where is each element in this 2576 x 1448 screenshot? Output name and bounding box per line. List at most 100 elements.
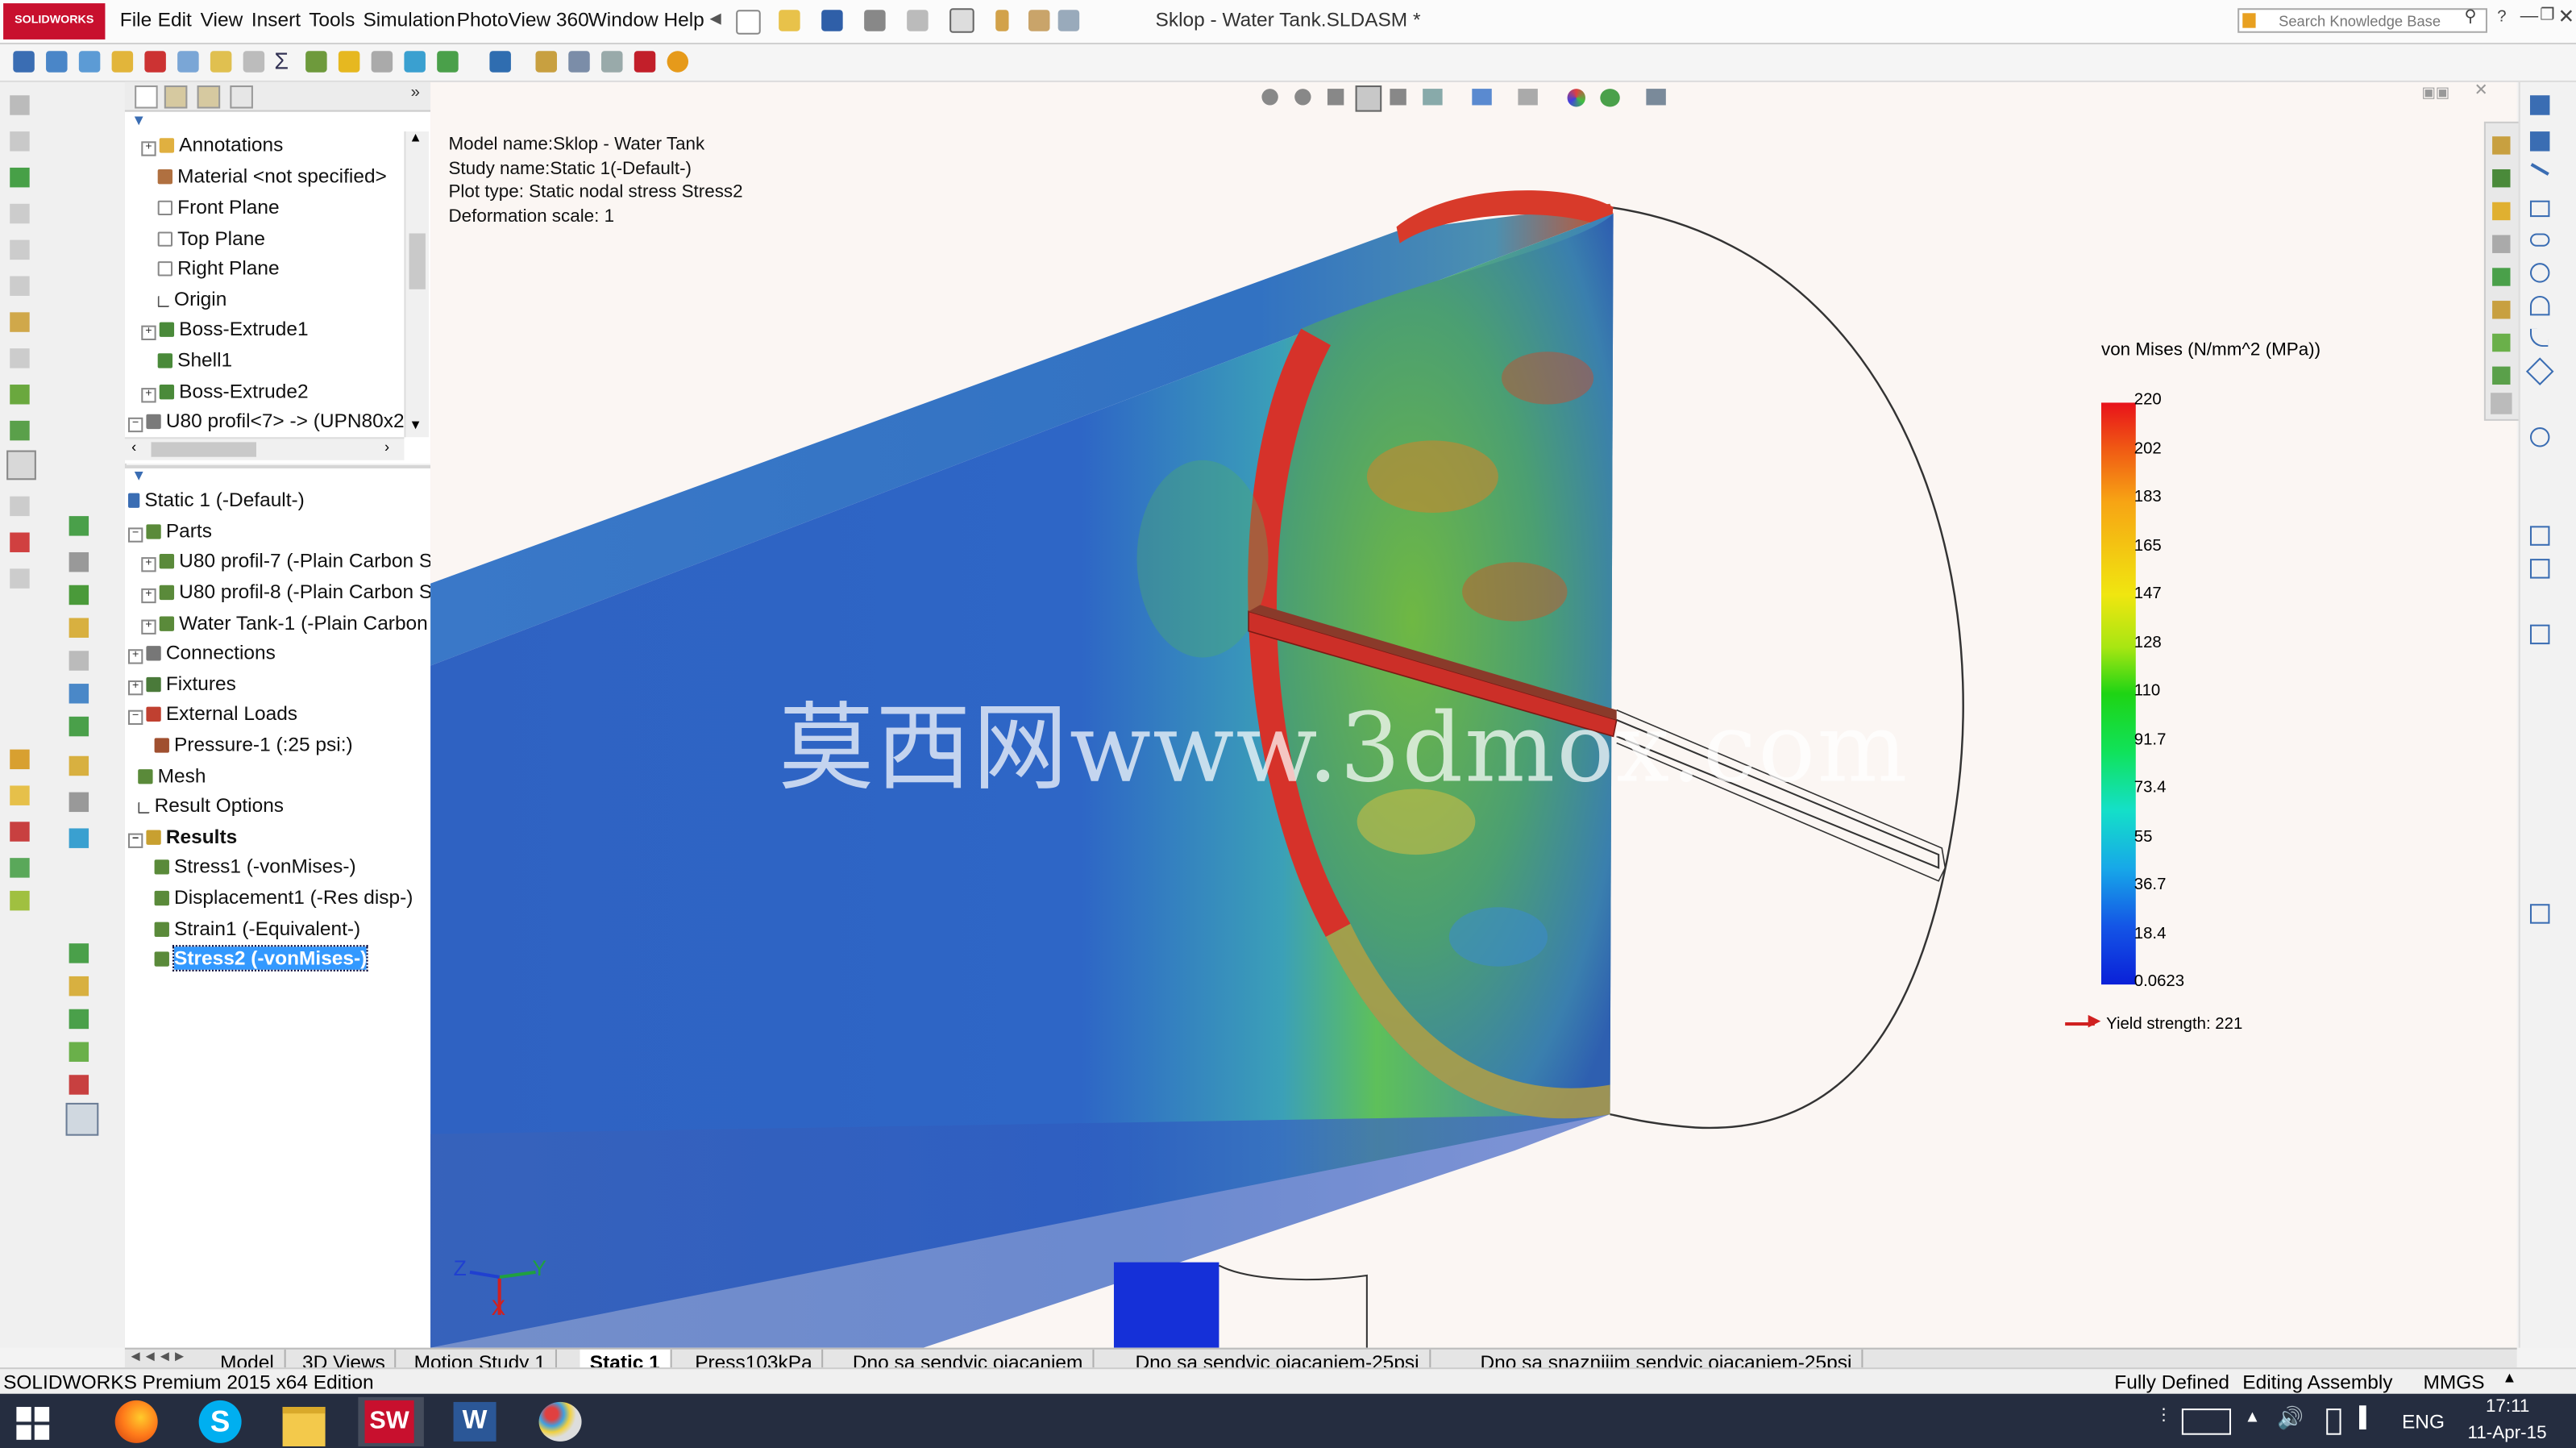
- convert-entities-icon[interactable]: [2529, 559, 2550, 579]
- sketch-icon[interactable]: [2529, 95, 2550, 115]
- rapid-sketch-icon[interactable]: [2529, 904, 2550, 924]
- assembly-feature-icon[interactable]: [10, 131, 30, 152]
- appearances-icon[interactable]: [2492, 268, 2511, 286]
- menu-insert[interactable]: Insert: [251, 8, 301, 31]
- save-icon[interactable]: [821, 10, 843, 31]
- external-loads-icon[interactable]: [111, 51, 134, 73]
- expand-icon[interactable]: +: [127, 649, 143, 664]
- vertical-scrollbar[interactable]: ▲ ▼: [404, 130, 429, 438]
- new-motion-study-icon[interactable]: [10, 420, 30, 441]
- tab-3d-views[interactable]: 3D Views: [293, 1349, 397, 1370]
- fixtures-toolbar-icon[interactable]: [78, 51, 101, 73]
- expand-icon[interactable]: +: [141, 388, 156, 403]
- study-filter-icon[interactable]: ▼: [131, 467, 146, 483]
- open-folder-icon[interactable]: [779, 10, 800, 31]
- study-root[interactable]: Static 1 (-Default-): [127, 488, 305, 511]
- volume-icon[interactable]: 🔊: [2277, 1405, 2304, 1432]
- check-icon[interactable]: [601, 51, 623, 73]
- large-assembly-icon[interactable]: [10, 822, 30, 842]
- touch-keyboard-icon[interactable]: [2181, 1408, 2232, 1435]
- clock-date[interactable]: 11-Apr-15: [2468, 1423, 2547, 1442]
- tree-item-displacement1[interactable]: Displacement1 (-Res disp-): [154, 886, 413, 909]
- report-tool-icon[interactable]: [69, 828, 89, 848]
- result-tool-icon[interactable]: [69, 943, 89, 963]
- linked-display-icon[interactable]: [69, 516, 89, 536]
- battery-icon[interactable]: [2326, 1408, 2341, 1435]
- scroll-left-icon[interactable]: ‹: [131, 439, 136, 455]
- refresh-icon[interactable]: [667, 51, 689, 73]
- tree-item-annotations[interactable]: + Annotations: [141, 133, 283, 156]
- stop-icon[interactable]: [634, 51, 656, 73]
- pin-icon[interactable]: ◀: [710, 10, 721, 27]
- study-icon[interactable]: [13, 51, 35, 73]
- hide-show-items-icon[interactable]: [1518, 89, 1538, 106]
- results-advisor-icon[interactable]: [177, 51, 199, 73]
- horizontal-scrollbar[interactable]: ‹ ›: [124, 437, 405, 460]
- expand-icon[interactable]: +: [141, 588, 156, 604]
- polygon-icon[interactable]: [2525, 357, 2554, 386]
- view-settings-icon[interactable]: [1646, 89, 1666, 106]
- print-icon[interactable]: [864, 10, 886, 31]
- expand-icon[interactable]: +: [141, 325, 156, 340]
- edit-appearance-icon[interactable]: [1567, 89, 1585, 107]
- select-cursor-icon[interactable]: [949, 8, 974, 33]
- solidworks-resources-icon[interactable]: [2492, 136, 2511, 155]
- trim-entities-icon[interactable]: [2529, 624, 2550, 645]
- menu-help[interactable]: Help: [663, 8, 704, 31]
- viewport-tile-icon[interactable]: ▣▣: [2421, 84, 2449, 102]
- tree-item-top-plane[interactable]: Top Plane: [157, 227, 265, 250]
- apply-scene-icon[interactable]: [1600, 89, 1620, 107]
- tree-item-front-plane[interactable]: Front Plane: [157, 196, 280, 218]
- minimize-icon[interactable]: —: [2520, 6, 2538, 26]
- include-image-icon[interactable]: [437, 51, 459, 73]
- search-knowledge-base-input[interactable]: Search Knowledge Base: [2237, 8, 2487, 33]
- forum-icon[interactable]: [2492, 333, 2511, 352]
- expand-icon[interactable]: +: [141, 557, 156, 572]
- smart-dimension-icon[interactable]: [2529, 131, 2550, 152]
- slot-icon[interactable]: [2529, 233, 2550, 247]
- collapse-icon[interactable]: −: [127, 417, 143, 433]
- scroll-up-icon[interactable]: ▲: [409, 130, 422, 144]
- tree-item-pressure-1[interactable]: Pressure-1 (:25 psi:): [154, 733, 353, 756]
- tab-dno-sendvic-25psi[interactable]: Dno sa sendvic ojacanjem-25psi: [1125, 1349, 1431, 1370]
- tree-item-origin[interactable]: Origin: [157, 288, 226, 310]
- expand-icon[interactable]: +: [141, 141, 156, 156]
- fixture-tool-icon[interactable]: [69, 585, 89, 605]
- tree-item-u80-profil-8-part[interactable]: + U80 profil-8 (-Plain Carbon Ste: [141, 580, 449, 604]
- menu-edit[interactable]: Edit: [158, 8, 192, 31]
- menu-photoview[interactable]: PhotoView 360: [457, 8, 589, 31]
- clock-time[interactable]: 17:11: [2486, 1397, 2529, 1417]
- insert-component-icon[interactable]: [10, 167, 30, 188]
- dimxpert-tab-icon[interactable]: [230, 85, 253, 109]
- tab-motion-study-1[interactable]: Motion Study 1: [404, 1349, 558, 1370]
- network-icon[interactable]: ▌: [2359, 1405, 2373, 1429]
- snapshot-icon[interactable]: [10, 890, 30, 911]
- hole-alignment-icon[interactable]: [10, 532, 30, 552]
- tree-item-mesh[interactable]: Mesh: [138, 764, 206, 787]
- graphics-area[interactable]: ▣▣ ✕ Model name:Sklop - Water Tank Study…: [430, 81, 2517, 1348]
- tree-item-results[interactable]: − Results: [127, 825, 237, 848]
- tree-item-result-options[interactable]: Result Options: [138, 794, 284, 817]
- clearance-icon[interactable]: [10, 496, 30, 517]
- hscrollbar-thumb[interactable]: [151, 442, 256, 457]
- plot-tool-icon[interactable]: [69, 716, 89, 737]
- tree-item-water-tank-part[interactable]: + Water Tank-1 (-Plain Carbon S: [141, 611, 447, 635]
- undo-icon[interactable]: [907, 10, 929, 31]
- tree-item-u80-profil-7[interactable]: − U80 profil<7> -> (UPN80x20: [127, 410, 415, 433]
- tree-item-connections[interactable]: + Connections: [127, 641, 276, 664]
- previous-view-icon[interactable]: [1327, 89, 1344, 106]
- tree-item-boss-extrude1[interactable]: + Boss-Extrude1: [141, 317, 309, 340]
- expand-icon[interactable]: +: [141, 619, 156, 635]
- options-icon[interactable]: [1057, 10, 1080, 31]
- design-library-icon[interactable]: [2492, 169, 2511, 188]
- active-plot-tool-icon[interactable]: [65, 1102, 99, 1136]
- spline-icon[interactable]: [2529, 328, 2549, 347]
- restore-icon[interactable]: ❐: [2540, 6, 2554, 24]
- tree-item-shell1[interactable]: Shell1: [157, 348, 232, 372]
- instant3d-icon[interactable]: [10, 785, 30, 805]
- status-units[interactable]: MMGS: [2423, 1371, 2484, 1394]
- smart-fastener-icon[interactable]: [10, 95, 30, 115]
- tab-press103kpa[interactable]: Press103kPa: [685, 1349, 824, 1370]
- solidworks-logo[interactable]: SOLIDWORKS: [3, 3, 106, 40]
- expand-icon[interactable]: +: [127, 680, 143, 696]
